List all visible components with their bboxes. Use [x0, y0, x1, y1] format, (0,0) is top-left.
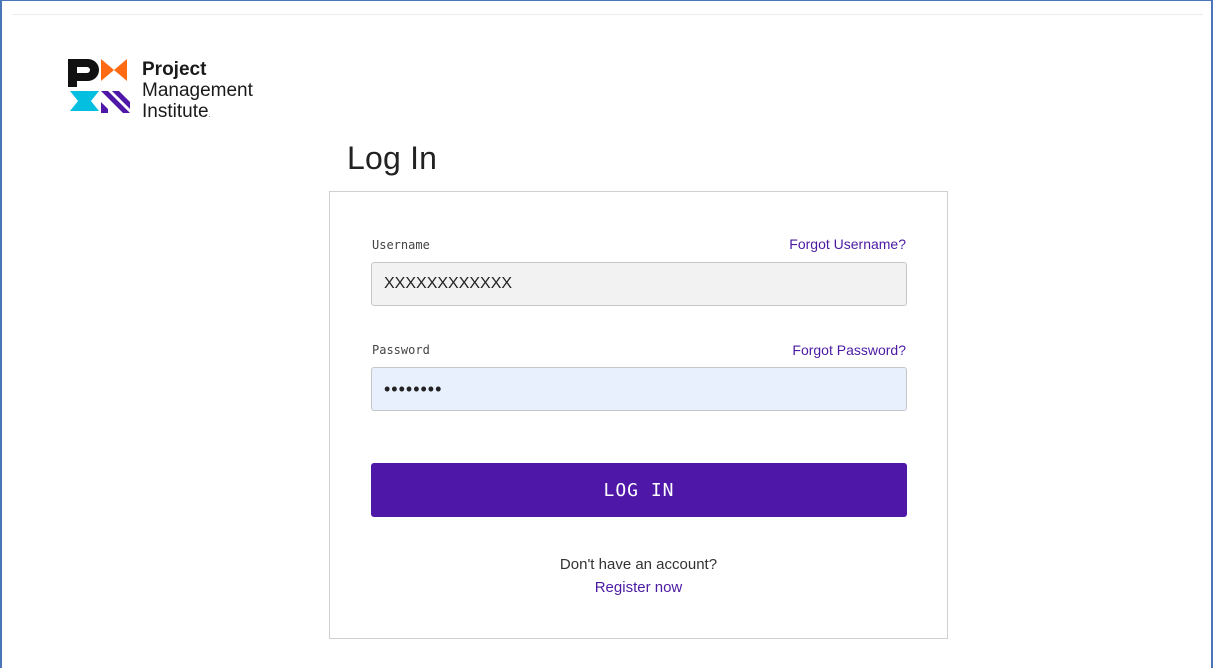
password-input[interactable]	[371, 367, 907, 411]
login-card: Username Forgot Username? Password Forgo…	[329, 191, 948, 639]
pmi-logo-mark-icon	[68, 59, 130, 113]
logo-line-project: Project	[142, 59, 207, 80]
forgot-username-link[interactable]: Forgot Username?	[789, 236, 906, 252]
pmi-logo[interactable]: Project Management Institute.	[68, 56, 268, 122]
page-title: Log In	[347, 140, 438, 176]
forgot-password-link[interactable]: Forgot Password?	[792, 342, 906, 358]
register-link[interactable]: Register now	[330, 579, 947, 596]
password-label: Password	[372, 343, 430, 357]
logo-line-institute: Institute	[142, 101, 209, 122]
username-label: Username	[372, 238, 430, 252]
logo-wordmark: Project Management Institute.	[142, 59, 253, 126]
logo-line-management: Management	[142, 80, 253, 101]
logo-dot: .	[208, 112, 211, 119]
login-button[interactable]: LOG IN	[371, 463, 907, 517]
logo-line-institute-wrap: Institute.	[142, 101, 253, 126]
no-account-text: Don't have an account?	[559, 556, 718, 573]
username-input[interactable]	[371, 262, 907, 306]
top-divider	[12, 14, 1203, 15]
